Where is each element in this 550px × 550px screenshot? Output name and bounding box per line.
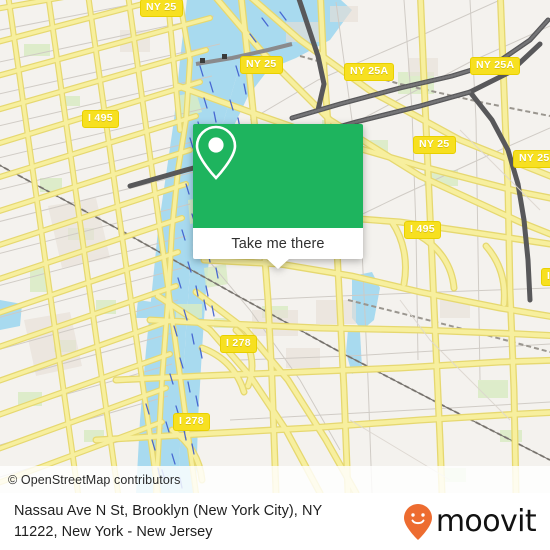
moovit-logo[interactable]: moovit (403, 503, 537, 541)
road-shield: I 495 (82, 110, 119, 128)
road-shield: NY 25 (140, 0, 183, 17)
location-popup-card[interactable]: Take me there (193, 124, 363, 269)
road-shield: NY 25A (470, 57, 521, 75)
attribution-text: © OpenStreetMap contributors (8, 472, 181, 487)
popup-tail (267, 259, 289, 269)
road-shield: I (541, 268, 550, 286)
moovit-wordmark: moovit (435, 503, 537, 539)
address-line-2: 11222, New York - New Jersey (14, 523, 213, 540)
take-me-there-button[interactable]: Take me there (193, 228, 363, 259)
road-shield: I 495 (404, 221, 441, 239)
map-attribution: © OpenStreetMap contributors (0, 466, 550, 493)
road-shield: NY 25A (344, 63, 395, 81)
moovit-map-screenshot: NY 25 NY 25 NY 25A NY 25A I 495 NY 25 NY… (0, 0, 550, 550)
footer-bar: Nassau Ave N St, Brooklyn (New York City… (0, 493, 550, 550)
road-shield: NY 25 (513, 150, 550, 168)
road-shield: I 278 (220, 335, 257, 353)
address-line-1: Nassau Ave N St, Brooklyn (New York City… (14, 502, 323, 519)
address-text: Nassau Ave N St, Brooklyn (New York City… (14, 501, 322, 543)
road-shield: NY 25 (240, 56, 283, 74)
popup-header (193, 124, 363, 228)
map-pin-icon (195, 125, 237, 180)
map-canvas[interactable]: NY 25 NY 25 NY 25A NY 25A I 495 NY 25 NY… (0, 0, 550, 493)
road-shield: NY 25 (413, 136, 456, 154)
road-shield: I 278 (173, 413, 210, 431)
moovit-smiley-pin-icon (403, 503, 432, 540)
take-me-there-label: Take me there (231, 235, 325, 252)
